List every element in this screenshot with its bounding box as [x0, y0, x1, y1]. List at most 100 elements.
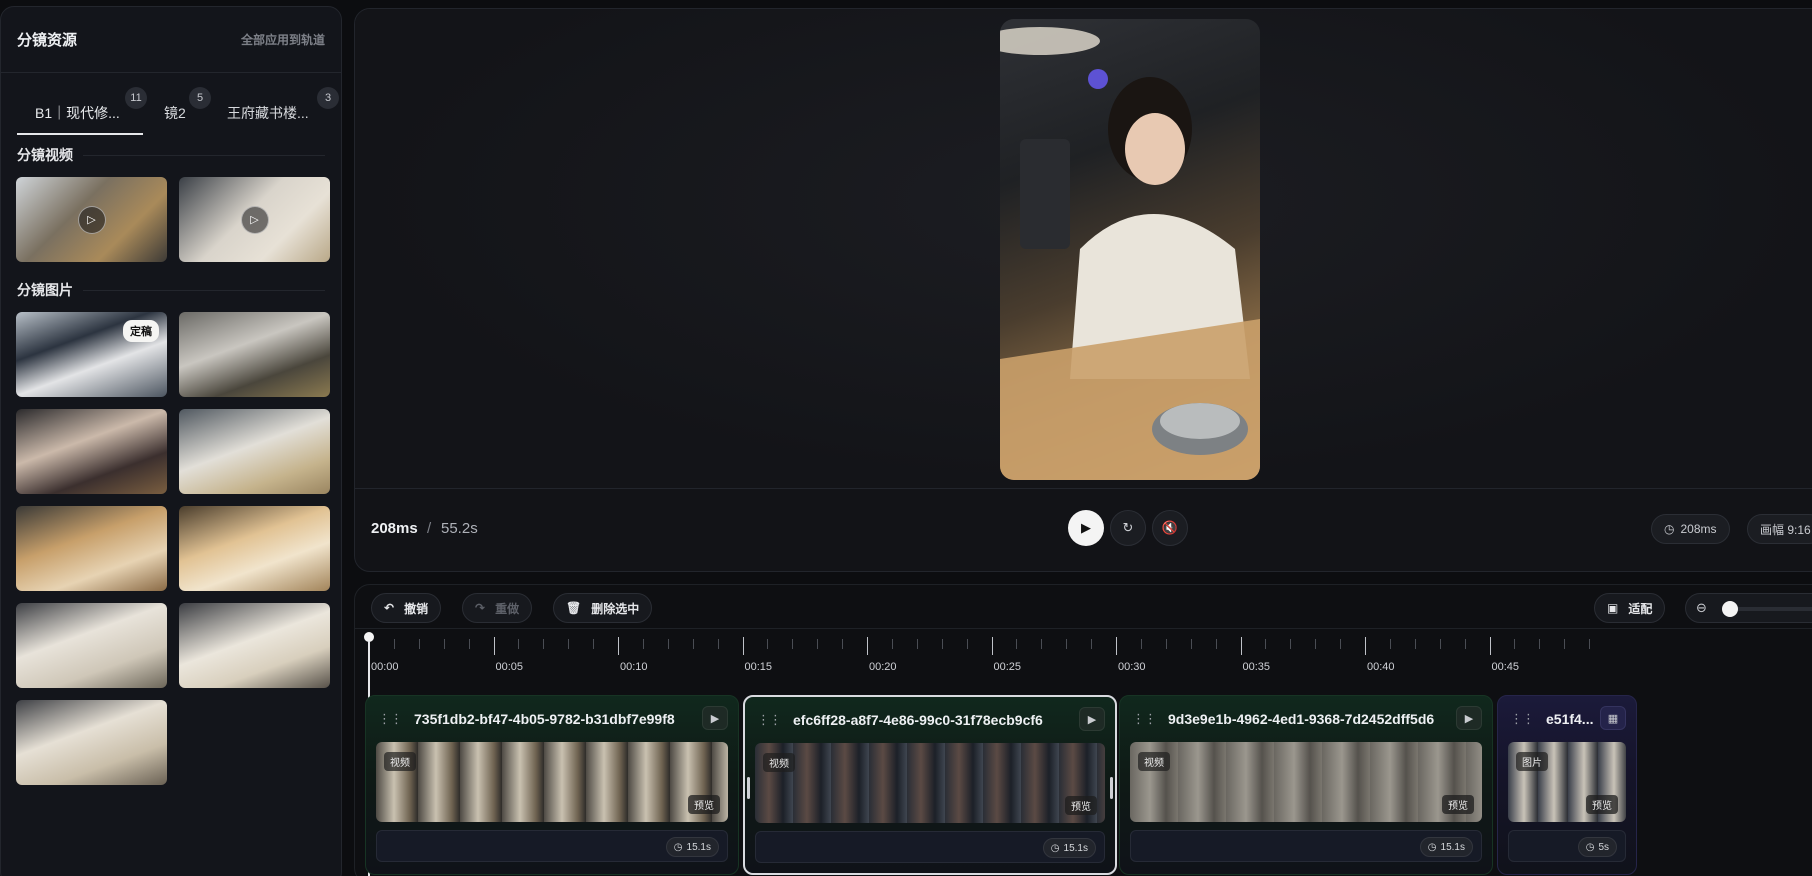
ruler-minor-tick	[1589, 639, 1591, 649]
drag-grip-icon[interactable]: ⋮⋮	[1510, 711, 1535, 727]
tab-bar: B1｜现代修... 11 镜2 5 王府藏书楼... 3	[1, 73, 341, 141]
tab-library[interactable]: 王府藏书楼...	[227, 103, 309, 123]
active-tab-indicator	[17, 133, 143, 135]
image-thumbnail[interactable]	[179, 603, 330, 688]
image-thumbnail[interactable]	[179, 312, 330, 397]
ruler-minor-tick	[817, 639, 819, 649]
mute-icon: 🔇	[1161, 520, 1179, 535]
trim-handle-right[interactable]	[1110, 777, 1113, 799]
clip-filmstrip[interactable]: 视频 预览	[1130, 742, 1482, 822]
timeline-panel: ↶ 撤销 ↷ 重做 🗑 删除选中 ▣ 适配 ⊖ 00:00 00:05 00:10 0…	[354, 584, 1812, 876]
clip-preview-button[interactable]: 预览	[688, 795, 720, 814]
playback-controls: 208ms / 55.2s ▶ ↻ 🔇 ◷ 208ms 画幅 9:16	[355, 490, 1812, 571]
time-ruler[interactable]: 00:00 00:05 00:10 00:15 00:20 00:25 00:30 00:35…	[355, 629, 1812, 685]
play-icon[interactable]: ▷	[240, 205, 269, 234]
play-button[interactable]: ▶	[1068, 510, 1104, 546]
clip-preview-button[interactable]: 预览	[1065, 796, 1097, 815]
ruler-minor-tick	[1564, 639, 1566, 649]
play-icon: ▶	[1081, 520, 1091, 535]
ruler-major-tick	[1365, 637, 1366, 655]
timeline-clip[interactable]: ⋮⋮ 9d3e9e1b-4962-4ed1-9368-7d2452dff5d6 ▶…	[1119, 695, 1493, 875]
ruler-minor-tick	[1340, 639, 1342, 649]
image-thumbnail[interactable]	[179, 506, 330, 591]
clip-duration: ◷ 15.1s	[1419, 837, 1473, 857]
tab-b1-count: 11	[125, 87, 147, 109]
ruler-minor-tick	[1464, 639, 1466, 649]
replay-button[interactable]: ↻	[1110, 510, 1146, 546]
duration-pill[interactable]: ◷ 208ms	[1651, 514, 1730, 544]
image-thumbnail[interactable]	[16, 506, 167, 591]
image-thumbnail[interactable]	[16, 700, 167, 785]
undo-button[interactable]: ↶ 撤销	[371, 593, 442, 623]
image-thumbnail[interactable]	[179, 409, 330, 494]
clip-duration: ◷ 15.1s	[1042, 838, 1096, 858]
zoom-slider-knob[interactable]	[1722, 601, 1738, 617]
clip-filmstrip[interactable]: 视频 预览	[376, 742, 728, 822]
clip-footer: ◷ 5s	[1508, 830, 1626, 862]
fit-button[interactable]: ▣ 适配	[1594, 593, 1666, 623]
zoom-control[interactable]: ⊖	[1685, 593, 1812, 623]
tab-shot2[interactable]: 镜2	[164, 103, 186, 123]
ruler-minor-tick	[792, 639, 794, 649]
image-grid: 定稿	[1, 304, 341, 795]
images-section-title: 分镜图片	[1, 276, 341, 304]
image-thumbnail[interactable]: 定稿	[16, 312, 167, 397]
ruler-minor-tick	[418, 639, 420, 649]
ruler-time-label: 00:30	[1118, 661, 1146, 673]
tab-b1[interactable]: B1｜现代修...	[35, 103, 120, 123]
clip-filmstrip[interactable]: 视频 预览	[755, 743, 1105, 823]
clock-icon: ◷	[673, 841, 683, 853]
ruler-minor-tick	[568, 639, 570, 649]
ruler-minor-tick	[941, 639, 943, 649]
mute-button[interactable]: 🔇	[1152, 510, 1188, 546]
video-thumbnail[interactable]: ▷	[16, 177, 167, 262]
ruler-minor-tick	[1539, 639, 1541, 649]
image-thumbnail[interactable]	[16, 603, 167, 688]
ruler-minor-tick	[767, 639, 769, 649]
clip-preview-button[interactable]: 预览	[1586, 795, 1618, 814]
fit-frame-icon: ▣	[1607, 601, 1619, 615]
replay-icon: ↻	[1122, 520, 1134, 535]
clip-name: efc6ff28-a8f7-4e86-99c0-31f78ecb9cf6	[793, 712, 1043, 728]
video-thumbnail[interactable]: ▷	[179, 177, 330, 262]
image-thumbnail[interactable]	[16, 409, 167, 494]
current-time: 208ms	[371, 520, 418, 537]
ruler-minor-tick	[642, 639, 644, 649]
redo-button[interactable]: ↷ 重做	[462, 593, 533, 623]
clip-filmstrip[interactable]: 图片 预览	[1508, 742, 1626, 822]
redo-icon: ↷	[475, 601, 486, 615]
tab-library-count: 3	[317, 87, 339, 109]
clock-icon: ◷	[1585, 841, 1595, 853]
ruler-minor-tick	[593, 639, 595, 649]
preview-frame[interactable]	[1000, 19, 1260, 480]
ruler-minor-tick	[443, 639, 445, 649]
timeline-clip-selected[interactable]: ⋮⋮ efc6ff28-a8f7-4e86-99c0-31f78ecb9cf6 ▶…	[743, 695, 1117, 875]
apply-all-button[interactable]: 全部应用到轨道	[241, 31, 325, 48]
timeline-clip[interactable]: ⋮⋮ 735f1db2-bf47-4b05-9782-b31dbf7e99f8 ▶…	[365, 695, 739, 875]
clip-duration: ◷ 15.1s	[665, 837, 719, 857]
drag-grip-icon[interactable]: ⋮⋮	[378, 711, 403, 727]
ruler-minor-tick	[1041, 639, 1043, 649]
zoom-out-icon[interactable]: ⊖	[1696, 600, 1707, 616]
play-icon[interactable]: ▷	[77, 205, 106, 234]
ruler-time-label: 00:35	[1242, 661, 1271, 673]
trim-handle-left[interactable]	[747, 777, 750, 799]
ruler-minor-tick	[1215, 639, 1217, 649]
clip-preview-button[interactable]: 预览	[1442, 795, 1474, 814]
ruler-minor-tick	[966, 639, 968, 649]
drag-grip-icon[interactable]: ⋮⋮	[757, 712, 782, 728]
ruler-minor-tick	[1315, 639, 1317, 649]
storyboard-sidebar: 分镜资源 全部应用到轨道 B1｜现代修... 11 镜2 5 王府藏书楼... …	[0, 6, 342, 876]
preview-illustration	[1000, 27, 1260, 480]
ruler-minor-tick	[393, 639, 395, 649]
ruler-minor-tick	[1414, 639, 1416, 649]
ruler-time-label: 00:05	[495, 661, 524, 673]
ruler-major-tick	[618, 637, 619, 655]
clip-name: e51f4...	[1546, 711, 1594, 727]
delete-selected-button[interactable]: 🗑 删除选中	[553, 593, 653, 623]
aspect-ratio-pill[interactable]: 画幅 9:16	[1747, 514, 1812, 544]
ruler-time-label: 00:45	[1491, 661, 1520, 673]
timeline-clip[interactable]: ⋮⋮ e51f4... ▦ 图片 预览 ◷ 5s	[1497, 695, 1637, 875]
zoom-track[interactable]	[1728, 607, 1812, 611]
drag-grip-icon[interactable]: ⋮⋮	[1132, 711, 1157, 727]
